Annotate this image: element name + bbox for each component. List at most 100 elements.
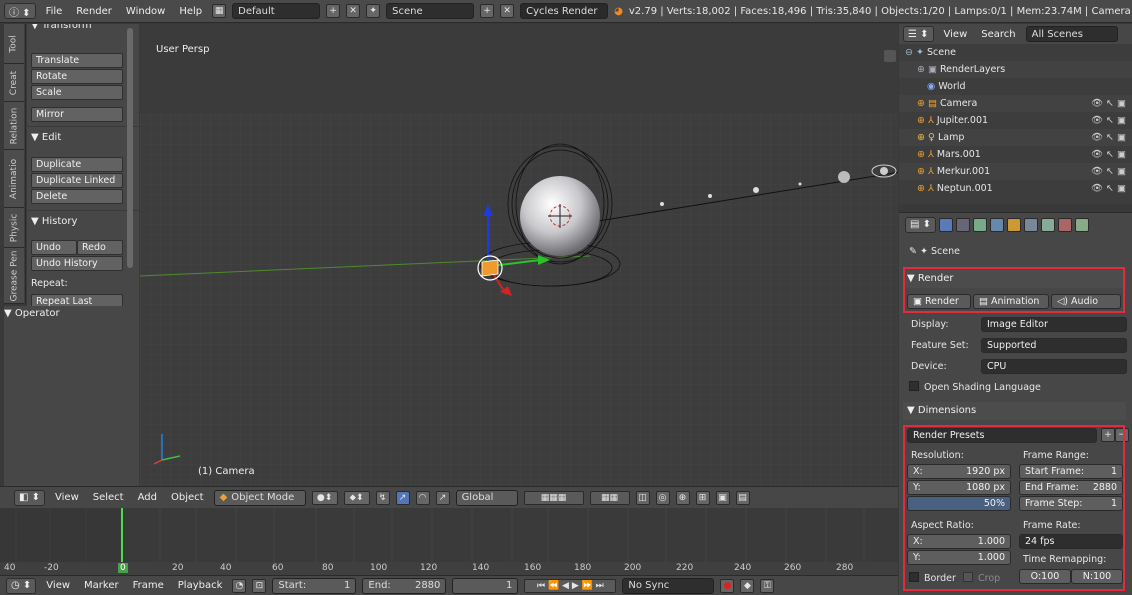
menu-object[interactable]: Object: [167, 492, 208, 503]
current-frame-field[interactable]: 1: [452, 577, 519, 594]
pin-icon[interactable]: ✎ ✦: [909, 246, 931, 257]
outliner-row-mars[interactable]: ⊕ ⅄ Mars.001 👁 ↖ ▣: [899, 146, 1132, 163]
pivot-selector[interactable]: ⬥⬍: [343, 490, 370, 505]
editor-type-button[interactable]: ⓘ ⬍: [4, 3, 36, 19]
add-layout-icon[interactable]: +: [326, 4, 341, 18]
menu-view-timeline[interactable]: View: [42, 580, 74, 591]
menu-marker[interactable]: Marker: [80, 580, 123, 591]
menu-select[interactable]: Select: [89, 492, 128, 503]
visibility-icons[interactable]: 👁 ↖ ▣: [1091, 180, 1126, 197]
remove-layout-icon[interactable]: ✕: [346, 4, 361, 18]
undo-history-button[interactable]: Undo History: [31, 256, 123, 271]
add-scene-icon[interactable]: +: [480, 4, 495, 18]
tab-physics[interactable]: Physic: [4, 208, 24, 248]
layout-selector[interactable]: Default: [232, 3, 321, 19]
visibility-icons[interactable]: 👁 ↖ ▣: [1091, 146, 1126, 163]
lock-layers-icon[interactable]: ◫: [635, 490, 650, 505]
3d-viewport[interactable]: User Persp (1) Camera: [140, 24, 898, 486]
timeline-editor-type-button[interactable]: ◷ ⬍: [6, 577, 37, 594]
outliner-menu-view[interactable]: View: [940, 29, 972, 40]
preview-range-icon[interactable]: ◔: [232, 578, 247, 593]
feature-set-selector[interactable]: Supported: [981, 338, 1127, 353]
outliner-row-lamp[interactable]: ⊕ ♀ Lamp 👁 ↖ ▣: [899, 129, 1132, 146]
operator-panel-header[interactable]: ▼ Operator: [4, 306, 139, 319]
playback-controls[interactable]: ⏮ ⏪ ◀ ▶ ⏩ ⏭: [524, 578, 617, 593]
world-tab-icon[interactable]: [990, 217, 1005, 232]
modifiers-tab-icon[interactable]: [1041, 217, 1056, 232]
snap-icon[interactable]: ⊕: [675, 490, 690, 505]
visibility-icons[interactable]: 👁 ↖ ▣: [1091, 95, 1126, 112]
dimensions-panel-header[interactable]: ▼ Dimensions: [903, 402, 1126, 420]
outliner-row-renderlayers[interactable]: ⊕ ▣ RenderLayers: [899, 61, 1132, 78]
rotate-manipulator-icon[interactable]: ◠: [415, 490, 430, 505]
start-frame-field[interactable]: Start: 1: [272, 577, 357, 594]
outliner-display-mode[interactable]: All Scenes: [1025, 26, 1118, 42]
visibility-icons[interactable]: 👁 ↖ ▣: [1091, 163, 1126, 180]
translate-button[interactable]: Translate: [31, 53, 123, 68]
tab-relations[interactable]: Relation: [4, 102, 24, 150]
opengl-render-icon[interactable]: ▣: [715, 490, 730, 505]
auto-keying-icon[interactable]: ●: [720, 578, 735, 593]
history-panel-header[interactable]: ▼ History: [31, 216, 123, 232]
menu-help[interactable]: Help: [175, 6, 206, 17]
scene-selector[interactable]: Scene: [386, 3, 475, 19]
repeat-last-button[interactable]: Repeat Last: [31, 294, 123, 306]
mirror-button[interactable]: Mirror: [31, 107, 123, 122]
rotate-button[interactable]: Rotate: [31, 69, 123, 84]
tab-animation[interactable]: Animatio: [4, 150, 24, 208]
scene-icon[interactable]: ✦: [366, 4, 381, 18]
outliner-menu-search[interactable]: Search: [977, 29, 1019, 40]
translate-manipulator-icon[interactable]: ↗: [395, 490, 410, 505]
osl-checkbox[interactable]: Open Shading Language: [909, 381, 1041, 393]
menu-window[interactable]: Window: [122, 6, 169, 17]
menu-render[interactable]: Render: [72, 6, 116, 17]
visibility-icons[interactable]: 👁 ↖ ▣: [1091, 112, 1126, 129]
outliner-row-world[interactable]: ◉ World: [899, 78, 1132, 95]
render-engine-selector[interactable]: Cycles Render: [520, 3, 609, 19]
physics-tab-icon[interactable]: [1075, 217, 1090, 232]
sync-mode-selector[interactable]: No Sync: [622, 577, 715, 594]
outliner-row-camera[interactable]: ⊕ ▤ Camera 👁 ↖ ▣: [899, 95, 1132, 112]
manipulator-toggle[interactable]: ↯: [375, 490, 390, 505]
scale-manipulator-icon[interactable]: ↗: [435, 490, 450, 505]
end-frame-field[interactable]: End: 2880: [362, 577, 447, 594]
tab-tool[interactable]: Tool: [4, 24, 24, 64]
tab-grease-pencil[interactable]: Grease Pen: [4, 248, 24, 304]
viewport-properties-toggle[interactable]: [884, 50, 896, 62]
transform-panel-header[interactable]: ▼ Transform: [31, 24, 123, 36]
orientation-selector[interactable]: Global: [455, 489, 518, 506]
tab-create[interactable]: Creat: [4, 64, 24, 102]
duplicate-linked-button[interactable]: Duplicate Linked: [31, 173, 123, 188]
lock-time-icon[interactable]: ⊡: [252, 578, 267, 593]
menu-playback[interactable]: Playback: [174, 580, 227, 591]
properties-editor-type-button[interactable]: ▤ ⬍: [905, 216, 937, 233]
menu-frame[interactable]: Frame: [129, 580, 168, 591]
mode-selector[interactable]: ◆ Object Mode: [213, 489, 306, 506]
toolshelf-scrollbar[interactable]: [127, 28, 133, 268]
undo-button[interactable]: Undo: [31, 240, 77, 255]
visibility-icons[interactable]: 👁 ↖ ▣: [1091, 129, 1126, 146]
outliner-row-merkur[interactable]: ⊕ ⅄ Merkur.001 👁 ↖ ▣: [899, 163, 1132, 180]
viewport-editor-type-button[interactable]: ◧ ⬍: [14, 489, 46, 506]
outliner-row-scene[interactable]: ⊖ ✦ Scene: [899, 44, 1132, 61]
scale-button[interactable]: Scale: [31, 85, 123, 100]
object-tab-icon[interactable]: [1007, 217, 1022, 232]
texture-tab-icon[interactable]: [1058, 217, 1073, 232]
render-tab-icon[interactable]: [939, 217, 954, 232]
device-selector[interactable]: CPU: [981, 359, 1127, 374]
outliner-editor-type-button[interactable]: ☰ ⬍: [903, 26, 934, 42]
keying-set-icon[interactable]: ◆: [740, 578, 755, 593]
outliner-row-jupiter[interactable]: ⊕ ⅄ Jupiter.001 👁 ↖ ▣: [899, 112, 1132, 129]
shading-selector[interactable]: ●⬍: [311, 490, 338, 505]
render-layers-tab-icon[interactable]: [956, 217, 971, 232]
menu-add[interactable]: Add: [134, 492, 161, 503]
proportional-edit-icon[interactable]: ◎: [655, 490, 670, 505]
menu-view[interactable]: View: [51, 492, 83, 503]
menu-file[interactable]: File: [42, 6, 67, 17]
scene-tab-icon[interactable]: [973, 217, 988, 232]
delete-button[interactable]: Delete: [31, 189, 123, 204]
outliner-row-neptun[interactable]: ⊕ ⅄ Neptun.001 👁 ↖ ▣: [899, 180, 1132, 197]
remove-scene-icon[interactable]: ✕: [500, 4, 515, 18]
camera-object[interactable]: [481, 259, 499, 277]
opengl-anim-icon[interactable]: ▤: [735, 490, 750, 505]
